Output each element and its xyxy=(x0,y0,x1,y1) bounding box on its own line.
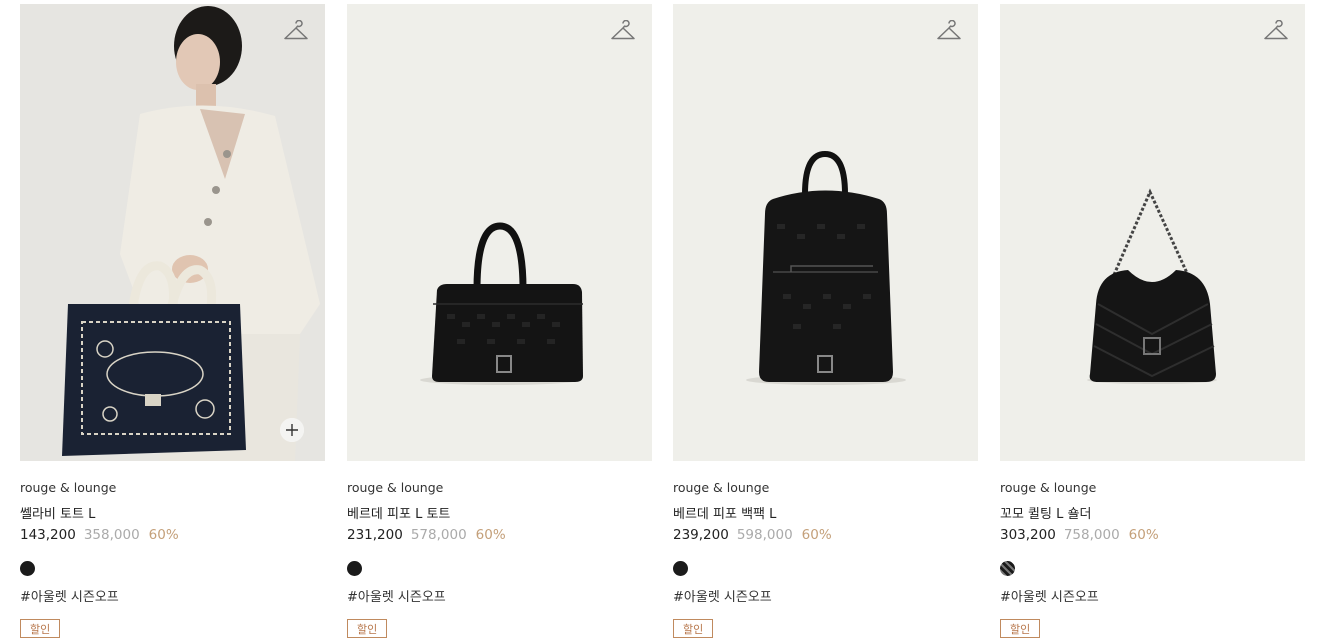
plus-icon[interactable] xyxy=(280,418,304,442)
color-swatch-black[interactable] xyxy=(673,561,688,576)
quilted-shoulder-bag-illustration xyxy=(1087,188,1217,384)
product-image[interactable] xyxy=(20,4,325,461)
discount-rate: 60% xyxy=(148,527,179,543)
product-image[interactable] xyxy=(347,4,652,461)
original-price: 598,000 xyxy=(736,527,793,543)
sale-price: 239,200 xyxy=(673,527,729,543)
product-card[interactable]: rouge & lounge 베르데 피포 L 토트 231,200 578,00… xyxy=(347,4,652,638)
product-name[interactable]: 베르데 피포 L 토트 xyxy=(347,503,450,522)
product-brand: rouge & lounge xyxy=(1000,480,1097,495)
product-prices: 143,200 358,000 60% xyxy=(20,527,179,543)
discount-rate: 60% xyxy=(475,527,506,543)
color-swatch-pattern[interactable] xyxy=(1000,561,1015,576)
black-tote-bag-illustration xyxy=(420,222,583,385)
discount-badge: 할인 xyxy=(1000,619,1041,638)
black-backpack-illustration xyxy=(746,150,906,385)
hashtag-link[interactable]: #아울렛 시즌오프 xyxy=(673,586,772,605)
hashtag-link[interactable]: #아울렛 시즌오프 xyxy=(1000,586,1099,605)
original-price: 578,000 xyxy=(410,527,467,543)
woman-with-tote-illustration xyxy=(20,4,325,461)
product-image[interactable] xyxy=(1000,4,1305,461)
sale-price: 303,200 xyxy=(1000,527,1056,543)
hanger-icon[interactable] xyxy=(283,20,309,46)
discount-badge: 할인 xyxy=(673,619,714,638)
product-brand: rouge & lounge xyxy=(347,480,444,495)
sale-price: 231,200 xyxy=(347,527,403,543)
product-name[interactable]: 쎌라비 토트 L xyxy=(20,503,95,522)
product-image[interactable] xyxy=(673,4,978,461)
hashtag-link[interactable]: #아울렛 시즌오프 xyxy=(20,586,119,605)
product-prices: 303,200 758,000 60% xyxy=(1000,527,1159,543)
hanger-icon[interactable] xyxy=(610,20,636,46)
product-grid: rouge & lounge 쎌라비 토트 L 143,200 358,000 60… xyxy=(20,4,1305,638)
original-price: 758,000 xyxy=(1063,527,1120,543)
product-prices: 239,200 598,000 60% xyxy=(673,527,832,543)
product-name[interactable]: 꼬모 퀼팅 L 숄더 xyxy=(1000,503,1091,522)
original-price: 358,000 xyxy=(83,527,140,543)
hanger-icon[interactable] xyxy=(936,20,962,46)
color-swatch-black[interactable] xyxy=(347,561,362,576)
hashtag-link[interactable]: #아울렛 시즌오프 xyxy=(347,586,446,605)
discount-badge: 할인 xyxy=(20,619,61,638)
discount-rate: 60% xyxy=(1128,527,1159,543)
product-brand: rouge & lounge xyxy=(673,480,770,495)
product-brand: rouge & lounge xyxy=(20,480,117,495)
discount-badge: 할인 xyxy=(347,619,388,638)
sale-price: 143,200 xyxy=(20,527,76,543)
product-card[interactable]: rouge & lounge 쎌라비 토트 L 143,200 358,000 60… xyxy=(20,4,325,638)
product-prices: 231,200 578,000 60% xyxy=(347,527,506,543)
color-swatch-black[interactable] xyxy=(20,561,35,576)
product-card[interactable]: rouge & lounge 꼬모 퀼팅 L 숄더 303,200 758,000… xyxy=(1000,4,1305,638)
product-card[interactable]: rouge & lounge 베르데 피포 백팩 L 239,200 598,00… xyxy=(673,4,978,638)
hanger-icon[interactable] xyxy=(1263,20,1289,46)
discount-rate: 60% xyxy=(801,527,832,543)
product-name[interactable]: 베르데 피포 백팩 L xyxy=(673,503,776,522)
